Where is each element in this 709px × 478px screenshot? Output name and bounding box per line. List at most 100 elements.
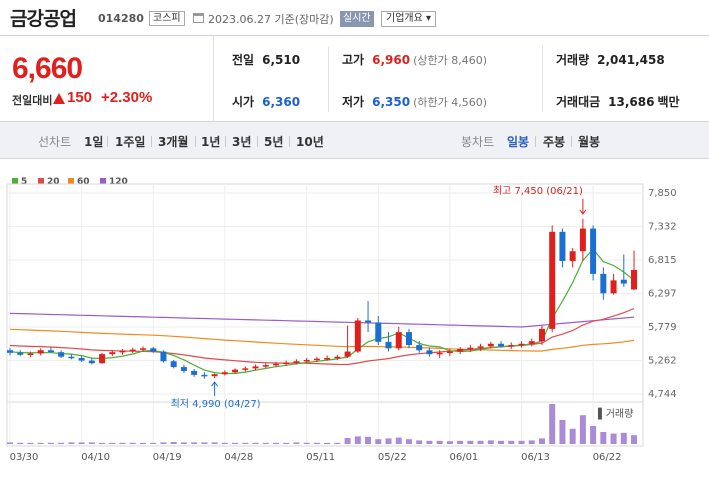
volume-bar (498, 440, 505, 444)
volume-bar (170, 442, 177, 444)
candle-body (313, 358, 320, 361)
candle-body (518, 343, 525, 346)
candle-body (508, 345, 515, 347)
volume-bar (518, 440, 525, 444)
candle-body (88, 360, 95, 364)
volume-bar (47, 442, 54, 444)
stock-name: 금강공업 (10, 8, 77, 30)
tab-1d[interactable]: 1일 (84, 133, 103, 150)
candle-body (620, 279, 627, 284)
x-tick-label: 06/13 (521, 452, 550, 463)
candle-body (344, 351, 351, 357)
tab-weekly[interactable]: 주봉 (543, 133, 565, 150)
stat-amount: 거래대금 13,686 백만 (556, 92, 680, 112)
candle-body (334, 356, 341, 359)
candle-body (47, 350, 54, 353)
company-overview-button[interactable]: 기업개요 ▾ (381, 11, 436, 27)
volume-bar (405, 439, 412, 444)
y-tick-label: 7,850 (648, 188, 677, 199)
stat-upper-limit: (상한가 8,460) (413, 54, 487, 67)
stat-amount-unit: 백만 (657, 95, 680, 109)
tab-10y[interactable]: 10년 (296, 133, 324, 150)
candle-body (467, 347, 474, 350)
x-tick-label: 06/22 (593, 452, 622, 463)
stat-prev-label: 전일 (232, 53, 255, 67)
candle-body (293, 361, 300, 363)
candle-body (17, 352, 24, 355)
stat-low: 저가 6,350 (하한가 4,560) (342, 92, 487, 112)
candle-body (365, 320, 372, 323)
volume-bar (232, 442, 239, 444)
volume-bar (354, 436, 361, 444)
diff-label: 전일대비 (12, 94, 53, 107)
x-tick-label: 06/01 (449, 452, 478, 463)
candle-body (221, 372, 228, 375)
candle-body (150, 348, 157, 352)
volume-bar (201, 442, 208, 444)
y-tick-label: 4,744 (648, 389, 677, 400)
candle-body (232, 369, 239, 373)
stat-volume-value: 2,041,458 (597, 53, 665, 67)
volume-bar (395, 437, 402, 444)
realtime-button[interactable]: 실시간 (340, 11, 374, 27)
candle-body (139, 348, 146, 350)
stat-low-label: 저가 (342, 95, 365, 109)
tab-separator (107, 136, 108, 147)
volume-bar (426, 440, 433, 444)
candle-body (191, 370, 198, 375)
tab-3m[interactable]: 3개월 (158, 133, 188, 150)
candle-body (549, 231, 556, 329)
stat-low-value: 6,350 (372, 95, 411, 109)
stat-prev: 전일 6,510 (232, 50, 300, 70)
volume-bar (283, 442, 290, 444)
stat-open-value: 6,360 (262, 95, 301, 109)
candle-body (109, 352, 116, 355)
tab-monthly[interactable]: 월봉 (578, 133, 600, 150)
stat-prev-value: 6,510 (262, 53, 301, 67)
volume-label: ▌거래량 (597, 407, 633, 420)
tab-separator (225, 136, 226, 147)
candle-body (324, 358, 331, 360)
candle-body (610, 280, 617, 294)
candle-body (487, 343, 494, 347)
volume-bar (365, 436, 372, 444)
volume-bar (160, 442, 167, 444)
tab-3y[interactable]: 3년 (232, 133, 251, 150)
candle-body (201, 374, 208, 377)
tab-daily[interactable]: 일봉 (507, 133, 529, 150)
candle-body (354, 320, 361, 352)
candle-body (211, 374, 218, 377)
tab-1w[interactable]: 1주일 (115, 133, 145, 150)
tab-1y[interactable]: 1년 (201, 133, 220, 150)
volume-bar (528, 440, 535, 444)
volume-bar (27, 442, 34, 444)
stat-high-label: 고가 (342, 53, 365, 67)
candle-body (303, 359, 310, 362)
tab-separator (571, 136, 572, 147)
volume-bar (88, 442, 95, 444)
candle-body (405, 332, 412, 346)
tab-5y[interactable]: 5년 (264, 133, 283, 150)
candle-body (27, 353, 34, 355)
calendar-icon (193, 13, 204, 23)
tab-separator (257, 136, 258, 147)
candle-body (242, 368, 249, 370)
stat-lower-limit: (하한가 4,560) (413, 96, 487, 109)
volume-bar (457, 440, 464, 444)
candle-body (180, 367, 187, 371)
max-price-label: 최고 7,450 (06/21) (493, 185, 583, 197)
stock-code: 014280 (98, 12, 144, 25)
diff-value: 150 (67, 89, 93, 106)
tab-separator (195, 136, 196, 147)
volume-bar (7, 442, 13, 444)
candle-body (600, 273, 607, 294)
tab-separator (535, 136, 536, 147)
volume-bar (334, 442, 341, 444)
volume-bar (559, 420, 566, 444)
stat-high-value: 6,960 (372, 53, 411, 67)
volume-bar (436, 440, 443, 444)
volume-bar (129, 442, 136, 444)
candle-body (37, 350, 44, 354)
candle-body (78, 358, 85, 361)
volume-bar (37, 442, 44, 444)
